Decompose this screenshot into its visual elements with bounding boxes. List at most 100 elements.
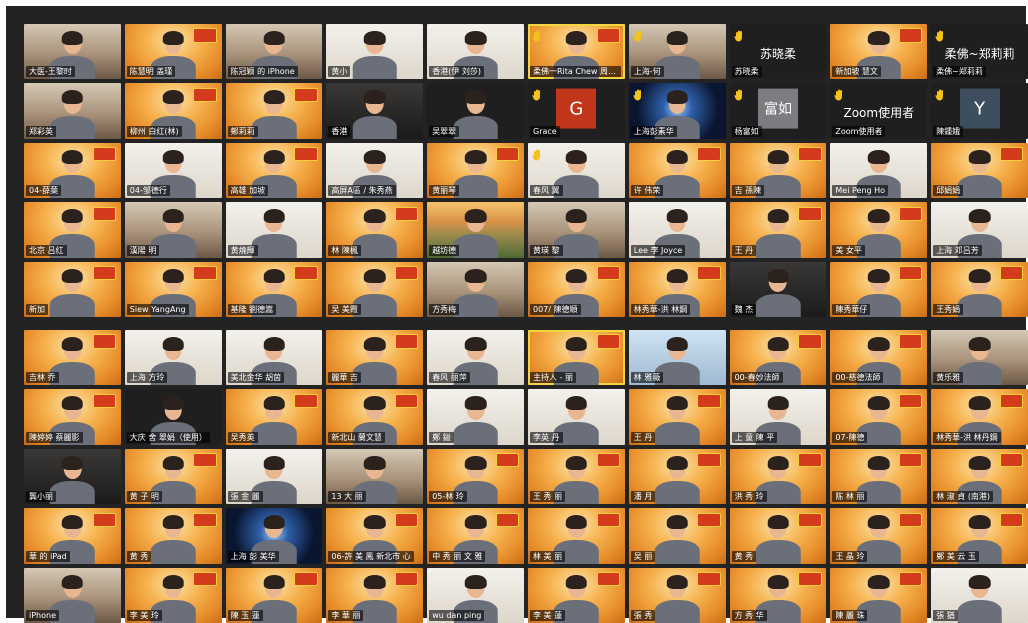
participant-tile[interactable]: 林秀華-洪 林鋼 [628,261,726,317]
participant-tile[interactable]: 魏 杰 [729,261,827,317]
participant-tile[interactable]: 郑彩英 [24,83,121,139]
participant-tile[interactable]: 張 秀 [628,567,726,623]
participant-tile[interactable]: 方 秀 华 [729,567,827,623]
participant-tile[interactable]: 潘 月 [628,448,726,505]
participant-tile[interactable]: 王 秀 丽 [528,448,625,505]
participant-tile[interactable]: 07-陳德 [830,389,928,445]
participant-tile[interactable]: 林秀華-洪 林丹鋼 [931,389,1028,445]
participant-tile[interactable]: 柳州 白红(林) [124,83,222,139]
participant-tile[interactable]: 麗華 吉 [326,330,424,386]
participant-tile[interactable]: 陳婷婷 蔡麗影 [24,389,121,445]
participant-tile[interactable]: 陈慧明 盖瑾 [124,24,222,80]
participant-tile[interactable]: 美北金华 胡茵 [225,330,323,386]
participant-tile[interactable]: 上海 彭 美华 [225,508,323,564]
participant-tile[interactable]: Mei Peng Ho [830,142,928,199]
participant-tile[interactable]: 13 大 丽 [326,448,424,505]
participant-tile[interactable]: 黄丽琴 [427,142,524,199]
participant-tile[interactable]: 007/ 陳德順 [528,261,625,317]
participant-tile[interactable]: wu dan ping [427,567,524,623]
participant-tile[interactable]: 苏晓柔 苏晓柔 [729,24,827,80]
participant-tile[interactable]: 05-林 玲 [427,448,524,505]
participant-tile[interactable]: 00-春妙法師 [729,330,827,386]
participant-tile[interactable]: 大医-王黎时 [24,24,121,80]
participant-tile[interactable]: 黄小 [326,24,424,80]
participant-tile[interactable]: 美 女平 [830,202,928,258]
participant-tile[interactable]: 林 雅薇 [628,330,726,386]
participant-tile[interactable]: 華 的 iPad [24,508,121,564]
participant-tile[interactable]: Siew YangAng [124,261,222,317]
participant-tile[interactable]: 李 美 玲 [124,567,222,623]
participant-tile[interactable]: 張 金 麗 [225,448,323,505]
participant-tile[interactable]: 邱娟娟 [931,142,1028,199]
participant-tile[interactable]: 新加 [24,261,121,317]
participant-tile[interactable]: 鄭 鎰 [427,389,524,445]
participant-tile[interactable]: 陳 麗 珠 [830,567,928,623]
participant-tile[interactable]: 00-慈德法師 [830,330,928,386]
participant-tile[interactable]: 春风 丽萍 [427,330,524,386]
participant-tile[interactable]: 新加坡 慧文 [830,24,928,80]
participant-tile[interactable]: 高雄 加坡 [225,142,323,199]
participant-tile[interactable]: 04-邹德行 [124,142,222,199]
participant-tile[interactable]: Zoom使用者 Zoom使用者 [830,83,928,139]
participant-tile[interactable]: 黄 秀 [124,508,222,564]
participant-tile[interactable]: 漢陽 明 [124,202,222,258]
participant-tile[interactable]: 基隆 劉德嵩 [225,261,323,317]
participant-tile[interactable]: 吴翠翠 [427,83,524,139]
participant-tile[interactable]: 陳 玉 蓮 [225,567,323,623]
participant-tile[interactable]: 李英 丹 [528,389,625,445]
participant-tile[interactable]: 富如 杨富如 [729,83,827,139]
participant-tile[interactable]: 方秀梅 [427,261,524,317]
participant-tile[interactable]: 上 童 陳 平 [729,389,827,445]
participant-tile[interactable]: 黄 秀 [729,508,827,564]
participant-tile[interactable]: 北京 吕红 [24,202,121,258]
participant-tile[interactable]: 李 美 蓮 [528,567,625,623]
participant-tile[interactable]: 林 美 丽 [528,508,625,564]
participant-tile[interactable]: 王 丹 [628,389,726,445]
participant-tile[interactable]: 洪 秀 玲 [729,448,827,505]
participant-tile[interactable]: 越坊德 [427,202,524,258]
participant-tile[interactable]: 黄瑛 黎 [528,202,625,258]
participant-tile[interactable]: 06-許 美 鳳 新北市 心 [326,508,424,564]
participant-tile[interactable]: 04-薛葉 [24,142,121,199]
participant-tile[interactable]: 上海彭素华 [628,83,726,139]
participant-tile[interactable]: 吴 丽 [628,508,726,564]
participant-tile[interactable]: 陈冠颖 的 iPhone [225,24,323,80]
participant-tile[interactable]: 鄭莉莉 [225,83,323,139]
participant-tile[interactable]: 吴 美霞 [326,261,424,317]
participant-tile[interactable]: 香港(伊 刘莎) [427,24,524,80]
participant-tile[interactable]: 李 華 丽 [326,567,424,623]
participant-tile[interactable]: 王 丹 [729,202,827,258]
participant-tile[interactable]: 吉 孫陳 [729,142,827,199]
participant-tile[interactable]: 上海-何 [628,24,726,80]
participant-tile[interactable]: 王 晶 玲 [830,508,928,564]
participant-tile[interactable]: 大庆 舍 翠娟（使用） [124,389,222,445]
participant-tile[interactable]: 中 秀 丽 文 雅 [427,508,524,564]
participant-tile[interactable]: Y 陳鍾娥 [931,83,1028,139]
participant-tile[interactable]: 新北山 蘭文慧 [326,389,424,445]
participant-tile[interactable]: 鄭 美 云 玉 [931,508,1028,564]
participant-tile[interactable]: 主持人 - 丽 [528,330,625,386]
participant-tile[interactable]: 许 伟荣 [628,142,726,199]
participant-tile[interactable]: 上海 邓吕芳 [931,202,1028,258]
participant-tile[interactable]: 林 陳楓 [326,202,424,258]
participant-tile[interactable]: 黄燒輝 [225,202,323,258]
participant-tile[interactable]: 柔佛一Rita Chew 周燕珠 [528,24,625,80]
participant-tile[interactable]: 春风 翼 [528,142,625,199]
participant-tile[interactable]: 張 猶 [931,567,1028,623]
participant-tile[interactable]: 吉林 乔 [24,330,121,386]
participant-tile[interactable]: 陈 林 丽 [830,448,928,505]
participant-tile[interactable]: 黄乐雅 [931,330,1028,386]
participant-tile[interactable]: G Grace [528,83,625,139]
participant-tile[interactable]: 高屏A區 / 朱秀燕 [326,142,424,199]
participant-tile[interactable]: 吴秀英 [225,389,323,445]
participant-tile[interactable]: 林 淑 貞 (南港) [931,448,1028,505]
participant-tile[interactable]: 龔小丽 [24,448,121,505]
participant-tile[interactable]: Lee 李 Joyce [628,202,726,258]
participant-tile[interactable]: 陳秀華仔 [830,261,928,317]
participant-tile[interactable]: 柔佛~郑莉莉 柔佛~郑莉莉 [931,24,1028,80]
participant-tile[interactable]: 黄 子 明 [124,448,222,505]
participant-tile[interactable]: 王秀娟 [931,261,1028,317]
participant-tile[interactable]: iPhone [24,567,121,623]
participant-tile[interactable]: 上海 方玲 [124,330,222,386]
participant-tile[interactable]: 香港 [326,83,424,139]
